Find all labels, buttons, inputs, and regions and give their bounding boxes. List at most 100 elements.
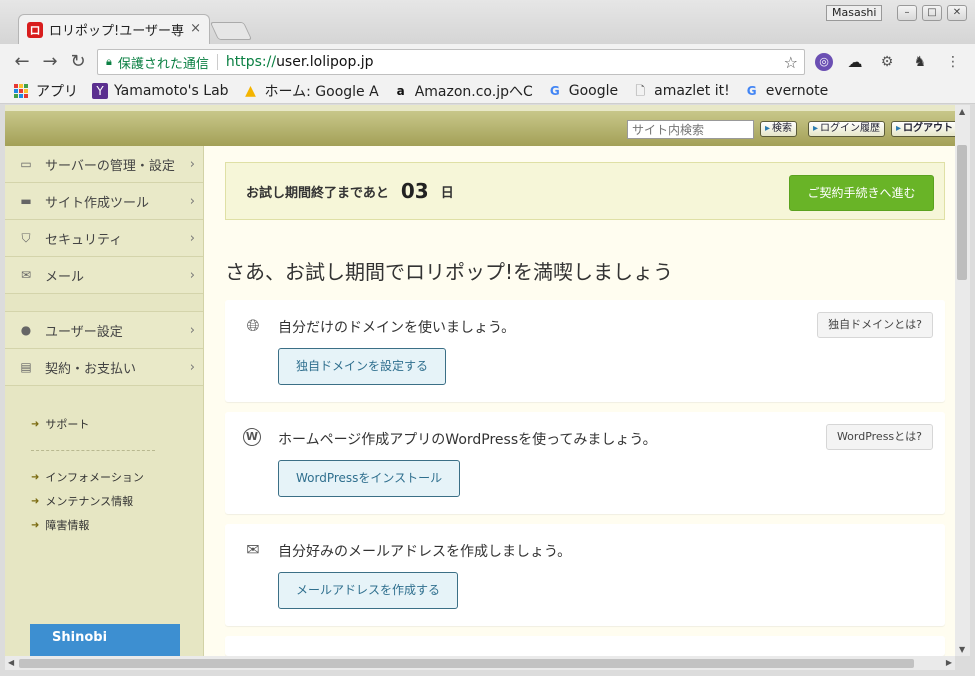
yamamoto-lab-favicon-icon: Y <box>92 82 108 99</box>
chevron-right-icon: › <box>189 267 195 283</box>
tab-title: ロリポップ!ユーザー専 <box>49 24 184 39</box>
url-text[interactable]: https://user.lolipop.jp <box>226 54 374 70</box>
bookmark-google-drive-home[interactable]: ▲ ホーム: Google A <box>243 81 379 101</box>
envelope-icon: ✉ <box>246 540 260 559</box>
maximize-button[interactable]: □ <box>922 5 942 21</box>
sidebar-link-information[interactable]: ➜ インフォメーション <box>31 465 203 489</box>
trial-label: お試し期間終了まであと <box>246 185 389 201</box>
contract-button[interactable]: ご契約手続きへ進む <box>789 175 934 211</box>
bookmark-label: ホーム: Google A <box>264 83 379 100</box>
sidebar-links: ➜ サポート ➜ インフォメーション ➜ メンテナンス情報 ➜ 障害情報 <box>5 386 203 537</box>
sidebar-item-site-tools[interactable]: ▬ サイト作成ツール › <box>5 183 203 220</box>
wordpress-icon: W <box>243 428 261 446</box>
site-header: ▸検索 ▸ログイン履歴 ▸ログアウト <box>5 105 955 146</box>
site-search-input[interactable] <box>627 120 754 139</box>
sidebar-divider <box>5 294 203 312</box>
sidebar-item-security[interactable]: ⛉ セキュリティ › <box>5 220 203 257</box>
close-window-button[interactable]: ✕ <box>947 5 967 21</box>
scroll-up-arrow-icon[interactable]: ▲ <box>959 107 965 116</box>
bookmark-amazon[interactable]: a Amazon.co.jpへC <box>393 81 533 101</box>
domain-card: 🌐︎ 自分だけのドメインを使いましょう。 独自ドメインとは? 独自ドメインを設定… <box>225 300 945 402</box>
back-arrow-icon[interactable]: ← <box>12 51 32 72</box>
sidebar-item-billing[interactable]: ▤ 契約・お支払い › <box>5 349 203 386</box>
sidebar-link-label: サポート <box>45 418 90 431</box>
minimize-button[interactable]: – <box>897 5 917 21</box>
new-tab-button[interactable] <box>209 22 253 40</box>
evernote-elephant-icon[interactable]: ♞ <box>911 53 929 71</box>
horizontal-scrollbar[interactable]: ◀ ▶ <box>5 656 955 670</box>
arrow-right-icon: ▸ <box>765 123 771 134</box>
tab-close-icon[interactable]: × <box>190 21 201 36</box>
card-text: ホームページ作成アプリのWordPressを使ってみましょう。 <box>278 432 657 448</box>
sidebar-item-label: 契約・お支払い <box>45 361 137 377</box>
card-text: 自分好みのメールアドレスを作成しましょう。 <box>278 544 572 560</box>
address-bar[interactable]: 🔒︎ 保護された通信 https://user.lolipop.jp ☆ <box>97 49 805 75</box>
scroll-down-arrow-icon[interactable]: ▼ <box>959 645 965 654</box>
search-button-label: 検索 <box>772 123 793 134</box>
scroll-left-arrow-icon[interactable]: ◀ <box>8 658 14 667</box>
user-icon: ● <box>20 323 32 337</box>
vertical-scrollbar[interactable]: ▲ ▼ <box>955 105 970 656</box>
arrow-right-icon: ➜ <box>31 519 40 531</box>
server-icon: ▭ <box>20 157 32 171</box>
bookmark-apps[interactable]: アプリ <box>14 81 78 101</box>
sidebar-item-user-settings[interactable]: ● ユーザー設定 › <box>5 312 203 349</box>
amazon-icon: a <box>396 83 405 98</box>
page-title: さあ、お試し期間でロリポップ!を満喫しましょう <box>225 260 674 284</box>
bookmarks-bar: アプリ Y Yamamoto's Lab ▲ ホーム: Google A a A… <box>0 78 975 104</box>
chevron-right-icon: › <box>189 156 195 172</box>
login-history-button[interactable]: ▸ ログイン履歴 <box>808 121 886 137</box>
reload-icon[interactable]: ↻ <box>68 51 88 72</box>
trial-days-unit: 日 <box>440 185 454 201</box>
sidebar-link-support[interactable]: ➜ サポート <box>31 412 203 436</box>
chevron-right-icon: › <box>189 193 195 209</box>
mail-icon: ✉ <box>20 268 32 282</box>
arrow-right-icon: ▸ <box>813 123 819 134</box>
sidebar-link-outage[interactable]: ➜ 障害情報 <box>31 513 203 537</box>
google-g-icon: G <box>549 83 560 98</box>
search-button[interactable]: ▸ 検索 <box>760 121 798 137</box>
bookmark-label: Amazon.co.jpへC <box>414 83 533 100</box>
logout-button[interactable]: ▸ ログアウト <box>891 121 955 137</box>
install-wordpress-button[interactable]: WordPressをインストール <box>278 460 461 497</box>
wordpress-help-button[interactable]: WordPressとは? <box>825 424 933 450</box>
forward-arrow-icon[interactable]: → <box>40 51 60 72</box>
bookmark-star-icon[interactable]: ☆ <box>784 53 798 72</box>
page-viewport: ▸検索 ▸ログイン履歴 ▸ログアウト ▭ サーバーの管理・設定 › ▬ サイト作… <box>5 105 955 656</box>
browser-toolbar: ← → ↻ 🔒︎ 保護された通信 https://user.lolipop.jp… <box>0 44 975 78</box>
window-titlebar: ロ ロリポップ!ユーザー専 × Masashi – □ ✕ <box>0 0 975 44</box>
sidebar-item-server[interactable]: ▭ サーバーの管理・設定 › <box>5 146 203 183</box>
bookmark-amazlet[interactable]: 🗋︎ amazlet it! <box>632 82 730 99</box>
bookmark-yamamoto-lab[interactable]: Y Yamamoto's Lab <box>92 82 229 99</box>
bookmark-label: Google <box>568 82 619 99</box>
set-domain-button[interactable]: 独自ドメインを設定する <box>278 348 447 385</box>
bookmark-label: evernote <box>765 82 829 99</box>
sidebar-item-mail[interactable]: ✉ メール › <box>5 257 203 294</box>
card-icon: ▤ <box>20 360 32 374</box>
chevron-right-icon: › <box>189 322 195 338</box>
create-mail-button[interactable]: メールアドレスを作成する <box>278 572 459 609</box>
arrow-right-icon: ➜ <box>31 495 40 507</box>
shinobi-banner[interactable]: Shinobi <box>30 624 180 656</box>
bookmark-label: amazlet it! <box>654 82 730 99</box>
logout-label: ログアウト <box>903 123 954 134</box>
bookmark-label: Yamamoto's Lab <box>114 82 229 99</box>
dotted-divider <box>31 450 155 451</box>
chrome-menu-icon[interactable]: ⋮ <box>944 53 962 71</box>
globe-icon: 🌐︎ <box>246 316 260 335</box>
wordpress-card: W ホームページ作成アプリのWordPressを使ってみましょう。 WordPr… <box>225 412 945 514</box>
domain-help-button[interactable]: 独自ドメインとは? <box>817 312 933 338</box>
bookmark-evernote[interactable]: G evernote <box>744 83 829 99</box>
scroll-right-arrow-icon[interactable]: ▶ <box>946 658 952 667</box>
horizontal-scroll-thumb[interactable] <box>19 659 914 668</box>
sidebar-item-label: メール <box>45 269 85 285</box>
sidebar-link-maintenance[interactable]: ➜ メンテナンス情報 <box>31 489 203 513</box>
apps-grid-icon <box>14 83 28 98</box>
vertical-scroll-thumb[interactable] <box>957 145 967 280</box>
extension-molecule-icon[interactable]: ⚙ <box>878 53 896 71</box>
bookmark-google[interactable]: G Google <box>547 83 618 99</box>
extension-globe-icon[interactable]: ◎ <box>815 53 833 71</box>
profile-user-badge[interactable]: Masashi <box>826 5 883 21</box>
cloud-download-icon[interactable]: ☁ <box>846 53 864 71</box>
browser-tab-active[interactable]: ロ ロリポップ!ユーザー専 × <box>18 14 210 44</box>
